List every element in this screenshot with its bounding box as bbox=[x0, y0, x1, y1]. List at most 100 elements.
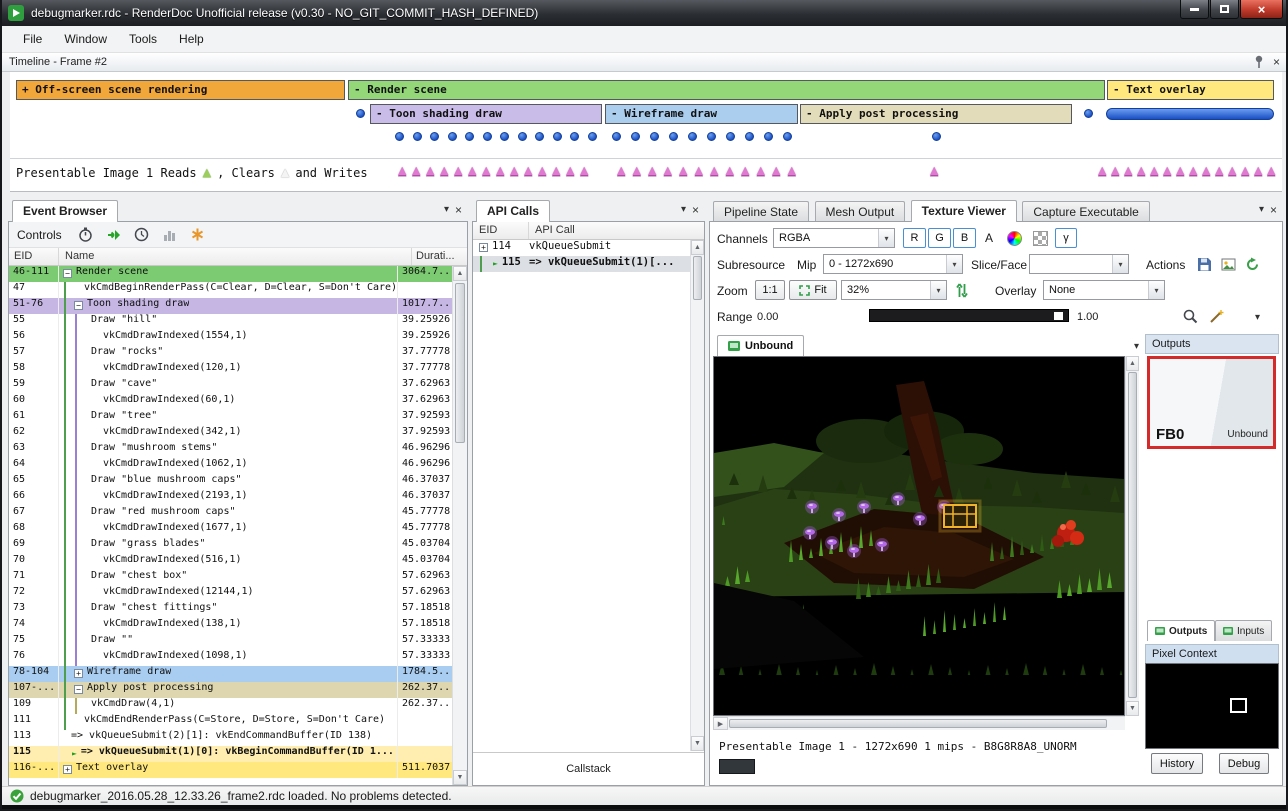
event-row[interactable]: 70vkCmdDrawIndexed(516,1)45.03704 bbox=[9, 554, 453, 570]
autofit-wand-icon[interactable] bbox=[1205, 306, 1227, 326]
menu-item[interactable]: Tools bbox=[118, 28, 168, 50]
debug-button[interactable]: Debug bbox=[1219, 753, 1269, 774]
event-row[interactable]: 115►=> vkQueueSubmit(1)[0]: vkBeginComma… bbox=[9, 746, 453, 762]
event-dot[interactable] bbox=[745, 132, 754, 141]
scrollbar-thumb[interactable] bbox=[693, 256, 702, 300]
tab-outputs[interactable]: Outputs bbox=[1147, 620, 1215, 641]
scroll-right-icon[interactable]: ▶ bbox=[713, 717, 728, 730]
event-row[interactable]: 75Draw ""57.33333 bbox=[9, 634, 453, 650]
tab-event-browser[interactable]: Event Browser bbox=[12, 200, 118, 222]
blue-channel-button[interactable]: B bbox=[953, 228, 976, 248]
expander-icon[interactable]: + bbox=[74, 669, 83, 678]
event-dot[interactable] bbox=[764, 132, 773, 141]
event-row[interactable]: 72vkCmdDrawIndexed(12144,1)57.62963 bbox=[9, 586, 453, 602]
event-row[interactable]: 107-...−Apply post processing262.37... bbox=[9, 682, 453, 698]
asterisk-icon[interactable] bbox=[188, 225, 208, 245]
panel-menu-icon[interactable]: ▾ bbox=[681, 204, 686, 216]
history-button[interactable]: History bbox=[1151, 753, 1203, 774]
texture-vscrollbar[interactable]: ▲ ▼ bbox=[1125, 356, 1139, 716]
event-dot[interactable] bbox=[588, 132, 597, 141]
texture-hscrollbar[interactable]: ◀ ▶ bbox=[713, 716, 1125, 730]
event-row[interactable]: 113=> vkQueueSubmit(2)[1]: vkEndCommandB… bbox=[9, 730, 453, 746]
stopwatch-icon[interactable] bbox=[76, 225, 96, 245]
event-dot[interactable] bbox=[570, 132, 579, 141]
tab-capture-executable[interactable]: Capture Executable bbox=[1022, 201, 1149, 222]
expander-icon[interactable]: − bbox=[63, 269, 72, 278]
panel-menu-icon[interactable]: ▾ bbox=[1259, 204, 1264, 216]
event-dot[interactable] bbox=[932, 132, 941, 141]
flip-y-icon[interactable] bbox=[951, 280, 973, 300]
event-row[interactable]: 65Draw "blue mushroom caps"46.37037 bbox=[9, 474, 453, 490]
column-duration[interactable]: Durati... bbox=[411, 248, 467, 265]
expander-icon[interactable]: + bbox=[479, 243, 488, 252]
zoom-fit-button[interactable]: Fit bbox=[789, 280, 837, 300]
event-row[interactable]: 69Draw "grass blades"45.03704 bbox=[9, 538, 453, 554]
event-row[interactable]: 62vkCmdDrawIndexed(342,1)37.92593 bbox=[9, 426, 453, 442]
stats-chart-icon[interactable] bbox=[160, 225, 180, 245]
event-row[interactable]: 46-111−Render scene3064.7... bbox=[9, 266, 453, 282]
event-dot[interactable] bbox=[1084, 109, 1093, 118]
window-titlebar[interactable]: debugmarker.rdc - RenderDoc Unofficial r… bbox=[2, 0, 1286, 26]
event-dot[interactable] bbox=[631, 132, 640, 141]
timeline-marker-bar[interactable]: - Wireframe draw bbox=[605, 104, 798, 124]
tab-unbound-texture[interactable]: Unbound bbox=[717, 335, 804, 356]
panel-menu-icon[interactable]: ▾ bbox=[444, 204, 449, 216]
event-row[interactable]: 47vkCmdBeginRenderPass(C=Clear, D=Clear,… bbox=[9, 282, 453, 298]
event-row[interactable]: 55Draw "hill"39.25926 bbox=[9, 314, 453, 330]
event-dot[interactable] bbox=[356, 109, 365, 118]
event-row[interactable]: 58vkCmdDrawIndexed(120,1)37.77778 bbox=[9, 362, 453, 378]
texture-image[interactable] bbox=[713, 356, 1125, 716]
api-calls-column-header[interactable]: EID API Call bbox=[473, 222, 704, 240]
event-row[interactable]: 74vkCmdDrawIndexed(138,1)57.18518 bbox=[9, 618, 453, 634]
clock-icon[interactable] bbox=[132, 225, 152, 245]
alpha-channel-button[interactable]: A bbox=[985, 229, 993, 247]
scroll-up-icon[interactable]: ▲ bbox=[1126, 356, 1139, 371]
checkerboard-icon[interactable] bbox=[1029, 228, 1051, 248]
column-eid[interactable]: EID bbox=[9, 248, 59, 265]
api-row[interactable]: +114vkQueueSubmit bbox=[473, 240, 690, 256]
event-dot[interactable] bbox=[430, 132, 439, 141]
expander-icon[interactable]: + bbox=[63, 765, 72, 774]
event-row[interactable]: 51-76−Toon shading draw1017.7... bbox=[9, 298, 453, 314]
event-row[interactable]: 116-...+Text overlay511.7037 bbox=[9, 762, 453, 778]
timeline-marker-bar[interactable]: - Text overlay bbox=[1107, 80, 1274, 100]
event-dot[interactable] bbox=[553, 132, 562, 141]
event-row[interactable]: 68vkCmdDrawIndexed(1677,1)45.77778 bbox=[9, 522, 453, 538]
scroll-down-icon[interactable]: ▼ bbox=[453, 770, 467, 785]
column-api-call[interactable]: API Call bbox=[529, 222, 704, 239]
expander-icon[interactable]: − bbox=[74, 301, 83, 310]
tab-mesh-output[interactable]: Mesh Output bbox=[815, 201, 906, 222]
timeline-marker-bar[interactable]: + Off-screen scene rendering bbox=[16, 80, 345, 100]
tab-api-calls[interactable]: API Calls bbox=[476, 200, 550, 222]
output-thumbnail-fb0[interactable]: FB0 Unbound bbox=[1147, 356, 1276, 449]
event-row[interactable]: 63Draw "mushroom stems"46.96296 bbox=[9, 442, 453, 458]
tab-pipeline-state[interactable]: Pipeline State bbox=[713, 201, 809, 222]
callstack-section[interactable]: Callstack bbox=[473, 752, 704, 785]
scrollbar-thumb[interactable] bbox=[729, 719, 1107, 728]
tab-inputs[interactable]: Inputs bbox=[1215, 620, 1272, 641]
event-dot[interactable] bbox=[650, 132, 659, 141]
timeline-marker-bar[interactable]: - Apply post processing bbox=[800, 104, 1072, 124]
event-row[interactable]: 67Draw "red mushroom caps"45.77778 bbox=[9, 506, 453, 522]
event-dot[interactable] bbox=[483, 132, 492, 141]
event-row[interactable]: 78-104+Wireframe draw1784.5... bbox=[9, 666, 453, 682]
minimize-button[interactable] bbox=[1180, 0, 1209, 19]
export-image-icon[interactable] bbox=[1217, 254, 1239, 274]
event-browser-column-header[interactable]: EID Name Durati... bbox=[9, 248, 467, 266]
texture-list-dropdown-icon[interactable]: ▾ bbox=[1134, 341, 1139, 352]
event-dot[interactable] bbox=[448, 132, 457, 141]
range-slider[interactable] bbox=[869, 309, 1069, 322]
column-eid[interactable]: EID bbox=[473, 222, 529, 239]
close-button[interactable]: × bbox=[1240, 0, 1283, 19]
timeline-close-icon[interactable]: × bbox=[1273, 56, 1280, 68]
api-row[interactable]: ►115=> vkQueueSubmit(1)[... bbox=[473, 256, 690, 272]
range-max-value[interactable]: 1.00 bbox=[1077, 308, 1098, 326]
event-dot[interactable] bbox=[465, 132, 474, 141]
menu-item[interactable]: Window bbox=[53, 28, 118, 50]
slice-face-select[interactable]: ▾ bbox=[1029, 254, 1129, 274]
panel-close-icon[interactable]: × bbox=[455, 204, 462, 216]
event-dot[interactable] bbox=[500, 132, 509, 141]
scroll-up-icon[interactable]: ▲ bbox=[691, 240, 704, 255]
event-row[interactable]: 66vkCmdDrawIndexed(2193,1)46.37037 bbox=[9, 490, 453, 506]
timeline-panel-header[interactable]: Timeline - Frame #2 × bbox=[2, 53, 1286, 72]
